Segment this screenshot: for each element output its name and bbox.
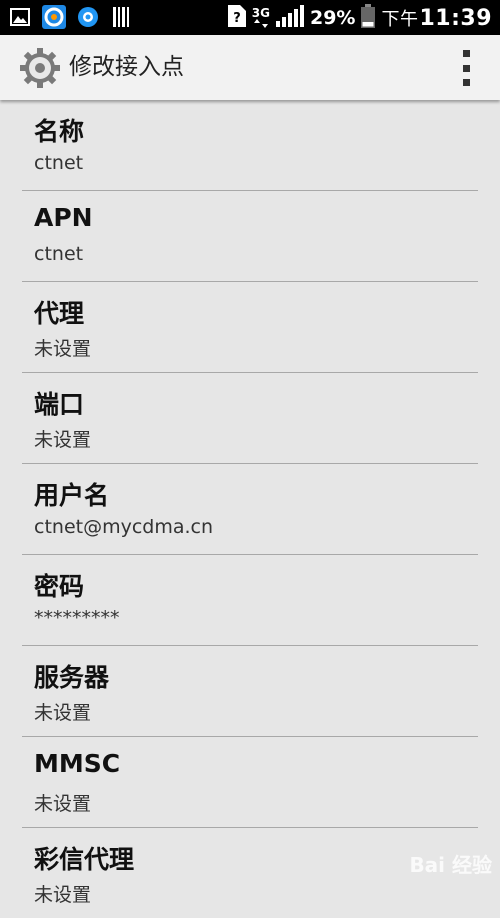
clock: 下午11:39 — [381, 5, 492, 31]
network-type-icon: 3G — [252, 7, 270, 28]
image-icon — [8, 5, 32, 29]
svg-text:?: ? — [233, 11, 241, 26]
pref-summary: ctnet@mycdma.cn — [34, 516, 214, 538]
qq-app-icon — [76, 5, 100, 29]
pref-summary: 未设置 — [34, 702, 92, 724]
pref-name[interactable]: 名称 ctnet — [22, 100, 478, 191]
menu-dot — [462, 64, 470, 72]
pref-title: 服务器 — [34, 663, 110, 692]
baidu-watermark: Bai 经验 — [409, 852, 492, 877]
pref-title: MMSC — [34, 749, 121, 778]
pref-title: 彩信代理 — [34, 845, 135, 874]
pref-username[interactable]: 用户名 ctnet@mycdma.cn — [22, 464, 478, 555]
pref-title: 代理 — [34, 299, 85, 328]
battery-percent: 29% — [309, 6, 356, 29]
pref-summary: ctnet — [34, 243, 84, 265]
settings-gear-icon[interactable] — [18, 46, 62, 90]
overflow-menu-icon[interactable] — [459, 50, 473, 86]
signal-strength-icon — [275, 4, 304, 31]
pref-port[interactable]: 端口 未设置 — [22, 373, 478, 464]
pref-summary: 未设置 — [34, 884, 92, 906]
menu-dot — [462, 79, 470, 86]
action-bar: 修改接入点 — [0, 35, 500, 100]
pref-title: 密码 — [34, 572, 85, 601]
pref-summary: ctnet — [34, 152, 84, 174]
page-title: 修改接入点 — [69, 54, 184, 80]
pref-title: APN — [34, 203, 93, 232]
pref-title: 用户名 — [34, 481, 110, 510]
menu-dot — [462, 50, 470, 57]
notification-icons — [8, 5, 134, 29]
clock-period: 下午 — [381, 8, 419, 30]
pref-summary: 未设置 — [34, 338, 92, 360]
network-type-label: 3G — [251, 6, 270, 20]
sim-unknown-icon: ? — [227, 4, 246, 31]
pref-title: 名称 — [34, 117, 85, 146]
clock-time: 11:39 — [419, 5, 492, 31]
pref-password[interactable]: 密码 ********* — [22, 555, 478, 646]
browser-app-icon — [42, 5, 66, 29]
pref-summary: 未设置 — [34, 793, 92, 815]
barcode-icon — [110, 5, 134, 29]
battery-icon — [361, 3, 376, 32]
pref-summary: ********* — [34, 607, 120, 629]
pref-mmsc[interactable]: MMSC 未设置 — [22, 737, 478, 828]
pref-server[interactable]: 服务器 未设置 — [22, 646, 478, 737]
apn-settings-list: 名称 ctnet APN ctnet 代理 未设置 端口 未设置 用户名 ctn… — [0, 100, 500, 918]
pref-summary: 未设置 — [34, 429, 92, 451]
pref-apn[interactable]: APN ctnet — [22, 191, 478, 282]
pref-proxy[interactable]: 代理 未设置 — [22, 282, 478, 373]
status-bar: ? 3G 29% 下午11:39 — [0, 0, 500, 35]
system-status: ? 3G 29% 下午11:39 — [227, 0, 492, 35]
pref-title: 端口 — [34, 390, 85, 419]
